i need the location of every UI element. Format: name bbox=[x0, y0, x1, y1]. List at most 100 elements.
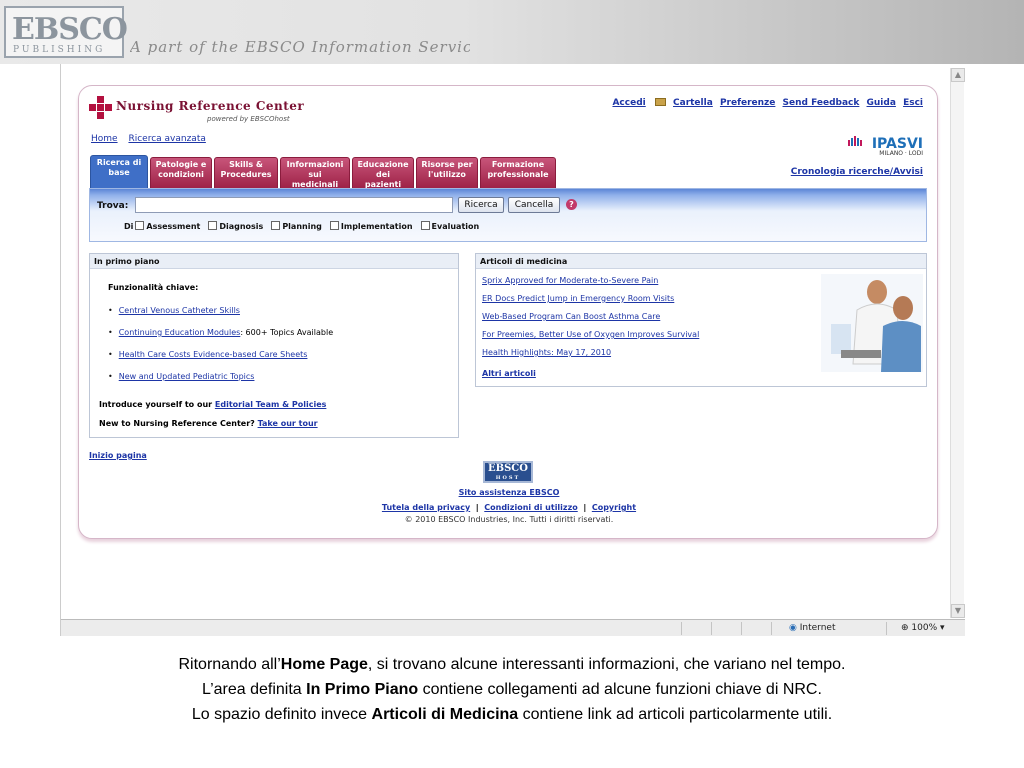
breadcrumb: Home Ricerca avanzata bbox=[91, 134, 214, 144]
list-item: Sprix Approved for Moderate-to-Severe Pa… bbox=[482, 276, 699, 294]
editorial-team-link[interactable]: Editorial Team & Policies bbox=[215, 400, 326, 409]
esci-link[interactable]: Esci bbox=[903, 98, 923, 108]
list-item: ER Docs Predict Jump in Emergency Room V… bbox=[482, 294, 699, 312]
articles-list: Sprix Approved for Moderate-to-Severe Pa… bbox=[482, 276, 699, 366]
key-features-list: Central Venous Catheter Skills Continuin… bbox=[108, 306, 333, 394]
slide-banner: EBSCO PUBLISHING A part of the EBSCO Inf… bbox=[0, 0, 1024, 64]
cartella-link[interactable]: Cartella bbox=[673, 98, 713, 108]
articoli-panel: Articoli di medicina Sprix Approved for … bbox=[475, 253, 927, 387]
vertical-scrollbar[interactable]: ▲ ▼ bbox=[950, 68, 965, 618]
search-button[interactable]: Ricerca bbox=[458, 197, 504, 213]
cancel-button[interactable]: Cancella bbox=[508, 197, 560, 213]
list-item: Health Care Costs Evidence-based Care Sh… bbox=[108, 350, 333, 372]
scroll-down-icon[interactable]: ▼ bbox=[951, 604, 965, 618]
feature-link[interactable]: Central Venous Catheter Skills bbox=[119, 306, 240, 315]
folder-icon[interactable] bbox=[654, 98, 666, 106]
list-item: For Preemies, Better Use of Oxygen Impro… bbox=[482, 330, 699, 348]
tab-informazioni-sui-medicinali[interactable]: Informazioni sui medicinali bbox=[280, 157, 350, 189]
send-feedback-link[interactable]: Send Feedback bbox=[783, 98, 860, 108]
feature-link[interactable]: Health Care Costs Evidence-based Care Sh… bbox=[119, 350, 308, 359]
top-navigation: Accedi Cartella Preferenze Send Feedback… bbox=[608, 98, 923, 108]
in-primo-piano-heading: In primo piano bbox=[90, 254, 458, 269]
list-item: New and Updated Pediatric Topics bbox=[108, 372, 333, 394]
assessment-checkbox[interactable] bbox=[135, 221, 145, 230]
page-card: Nursing Reference Center powered by EBSC… bbox=[78, 85, 938, 539]
tab-formazione-professionale[interactable]: Formazione professionale bbox=[480, 157, 556, 189]
slide-caption: Ritornando all’Home Page, si trovano alc… bbox=[0, 652, 1024, 727]
tab-risorse-per-utilizzo[interactable]: Risorse per l'utilizzo bbox=[416, 157, 478, 189]
assessment-label: Assessment bbox=[146, 222, 201, 231]
security-zone: ◉ Internet bbox=[789, 623, 836, 633]
article-link[interactable]: Sprix Approved for Moderate-to-Severe Pa… bbox=[482, 276, 658, 285]
powered-by: powered by EBSCOhost bbox=[207, 115, 290, 123]
articoli-heading: Articoli di medicina bbox=[476, 254, 926, 269]
top-of-page-link[interactable]: Inizio pagina bbox=[89, 451, 147, 460]
advanced-search-link[interactable]: Ricerca avanzata bbox=[128, 134, 205, 144]
tab-educazione-dei-pazienti[interactable]: Educazione dei pazienti bbox=[352, 157, 414, 189]
caption-line-2: L’area definita In Primo Piano contiene … bbox=[202, 681, 822, 698]
caption-line-1: Ritornando all’Home Page, si trovano alc… bbox=[178, 656, 846, 673]
footer-separator: | bbox=[472, 503, 482, 512]
zoom-level[interactable]: ⊕ 100% ▾ bbox=[901, 623, 945, 633]
article-link[interactable]: Web-Based Program Can Boost Asthma Care bbox=[482, 312, 660, 321]
article-link[interactable]: Health Highlights: May 17, 2010 bbox=[482, 348, 611, 357]
more-articles-link[interactable]: Altri articoli bbox=[482, 369, 536, 378]
feature-link[interactable]: New and Updated Pediatric Topics bbox=[119, 372, 255, 381]
ipasvi-logo: IPASVI MILANO · LODI bbox=[847, 136, 923, 157]
ebscohost-logo[interactable]: EBSCO HOST bbox=[483, 461, 533, 483]
feature-suffix: : 600+ Topics Available bbox=[240, 328, 334, 337]
list-item: Web-Based Program Can Boost Asthma Care bbox=[482, 312, 699, 330]
search-bar: Trova: Ricerca Cancella ? Di Assessment Di… bbox=[89, 188, 927, 242]
diagnosis-label: Diagnosis bbox=[219, 222, 264, 231]
article-link[interactable]: For Preemies, Better Use of Oxygen Impro… bbox=[482, 330, 699, 339]
tab-ricerca-di-base[interactable]: Ricerca di base bbox=[90, 155, 148, 189]
site-title: Nursing Reference Center bbox=[116, 99, 305, 113]
implementation-label: Implementation bbox=[340, 222, 413, 231]
status-bar: ◉ Internet ⊕ 100% ▾ bbox=[61, 619, 965, 636]
ipasvi-mark-icon bbox=[847, 136, 862, 146]
nrc-logo-icon bbox=[89, 96, 112, 119]
copyright-link[interactable]: Copyright bbox=[592, 503, 636, 512]
list-item: Central Venous Catheter Skills bbox=[108, 306, 333, 328]
search-history-link[interactable]: Cronologia ricerche/Avvisi bbox=[791, 167, 923, 177]
doctor-patient-photo bbox=[821, 274, 923, 372]
preferenze-link[interactable]: Preferenze bbox=[720, 98, 775, 108]
search-input[interactable] bbox=[135, 197, 453, 213]
caption-line-3: Lo spazio definito invece Articoli di Me… bbox=[191, 706, 833, 723]
diagnosis-checkbox[interactable] bbox=[208, 221, 218, 230]
feature-link[interactable]: Continuing Education Modules bbox=[119, 328, 241, 337]
banner-tagline: A part of the EBSCO Information Services bbox=[130, 38, 470, 56]
evaluation-label: Evaluation bbox=[431, 222, 480, 231]
implementation-checkbox[interactable] bbox=[329, 221, 339, 230]
scroll-up-icon[interactable]: ▲ bbox=[951, 68, 965, 82]
list-item: Health Highlights: May 17, 2010 bbox=[482, 348, 699, 366]
privacy-link[interactable]: Tutela della privacy bbox=[382, 503, 470, 512]
in-primo-piano-panel: In primo piano Funzionalità chiave: Cent… bbox=[89, 253, 459, 438]
logo-sub-text: PUBLISHING bbox=[13, 45, 106, 55]
copyright-text: © 2010 EBSCO Industries, Inc. Tutti i di… bbox=[404, 515, 614, 524]
tab-skills-procedures[interactable]: Skills & Procedures bbox=[214, 157, 278, 189]
globe-icon: ◉ bbox=[789, 623, 797, 633]
planning-checkbox[interactable] bbox=[271, 221, 281, 230]
home-link[interactable]: Home bbox=[91, 134, 118, 144]
support-site-link[interactable]: Sito assistenza EBSCO bbox=[459, 488, 560, 497]
evaluation-checkbox[interactable] bbox=[420, 221, 430, 230]
accedi-link[interactable]: Accedi bbox=[612, 98, 645, 108]
ipasvi-sub: MILANO · LODI bbox=[879, 150, 923, 157]
article-link[interactable]: ER Docs Predict Jump in Emergency Room V… bbox=[482, 294, 674, 303]
help-icon[interactable]: ? bbox=[566, 199, 577, 210]
filter-prefix: Di bbox=[124, 222, 134, 231]
tour-intro: New to Nursing Reference Center? Take ou… bbox=[99, 419, 318, 428]
editorial-intro: Introduce yourself to our Editorial Team… bbox=[99, 400, 327, 409]
list-item: Continuing Education Modules: 600+ Topic… bbox=[108, 328, 333, 350]
ebsco-publishing-logo: EBSCO PUBLISHING bbox=[4, 6, 128, 58]
search-label: Trova: bbox=[97, 201, 129, 211]
zoom-icon: ⊕ bbox=[901, 623, 909, 633]
guida-link[interactable]: Guida bbox=[867, 98, 896, 108]
logo-main-text: EBSCO bbox=[12, 12, 128, 47]
terms-link[interactable]: Condizioni di utilizzo bbox=[484, 503, 577, 512]
planning-label: Planning bbox=[282, 222, 322, 231]
take-tour-link[interactable]: Take our tour bbox=[258, 419, 318, 428]
tab-patologie-e-condizioni[interactable]: Patologie e condizioni bbox=[150, 157, 212, 189]
browser-window: Nursing Reference Center powered by EBSC… bbox=[60, 64, 965, 636]
